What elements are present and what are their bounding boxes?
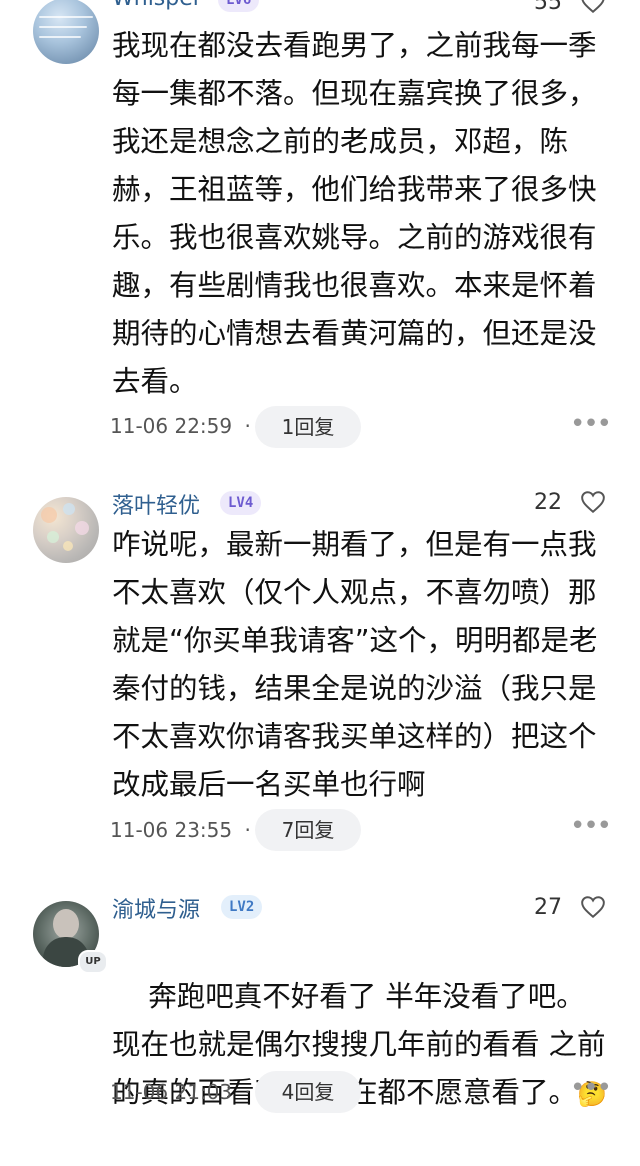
comment-text: 我现在都没去看跑男了，之前我每一季每一集都不落。但现在嘉宾换了很多，我还是想念之… bbox=[112, 29, 597, 398]
reply-count-button[interactable]: 4回复 bbox=[255, 1071, 361, 1113]
heart-icon[interactable] bbox=[580, 0, 606, 14]
level-badge: LV6 bbox=[218, 0, 260, 12]
comment-text: 奔跑吧真不好看了 半年没看了吧。现在也就是偶尔搜搜几年前的看看 之前的真的百看不… bbox=[112, 925, 612, 1166]
time-value: 11-06 23:55 bbox=[110, 818, 233, 842]
separator-dot: · bbox=[244, 818, 251, 842]
timestamp: 11-06 21:03 · bbox=[110, 1080, 251, 1104]
heart-icon[interactable] bbox=[580, 895, 606, 919]
separator-dot: · bbox=[244, 1080, 251, 1104]
reply-count-button[interactable]: 1回复 bbox=[255, 406, 361, 448]
time-value: 11-06 21:03 bbox=[110, 1080, 233, 1104]
reply-count-button[interactable]: 7回复 bbox=[255, 809, 361, 851]
heart-icon[interactable] bbox=[580, 490, 606, 514]
level-badge: LV2 bbox=[221, 895, 263, 919]
separator-dot: · bbox=[244, 414, 251, 438]
up-badge: UP bbox=[78, 950, 108, 974]
timestamp: 11-06 22:59 · bbox=[110, 414, 251, 438]
level-badge: LV4 bbox=[220, 491, 262, 515]
like-count: 27 bbox=[534, 895, 562, 920]
more-icon[interactable]: ••• bbox=[570, 1075, 612, 1101]
username[interactable]: 落叶轻优 bbox=[112, 488, 200, 520]
more-icon[interactable]: ••• bbox=[570, 813, 612, 839]
username[interactable]: 渝城与源 bbox=[112, 892, 200, 924]
username[interactable]: Whisper bbox=[112, 0, 202, 11]
more-icon[interactable]: ••• bbox=[570, 411, 612, 437]
like-count: 22 bbox=[534, 490, 562, 515]
like-count: 55 bbox=[534, 0, 562, 15]
timestamp: 11-06 23:55 · bbox=[110, 818, 251, 842]
time-value: 11-06 22:59 bbox=[110, 414, 233, 438]
comment-text: 咋说呢，最新一期看了，但是有一点我不太喜欢（仅个人观点，不喜勿喷）那就是“你买单… bbox=[112, 528, 598, 801]
avatar[interactable] bbox=[33, 497, 99, 563]
avatar[interactable] bbox=[33, 0, 99, 64]
